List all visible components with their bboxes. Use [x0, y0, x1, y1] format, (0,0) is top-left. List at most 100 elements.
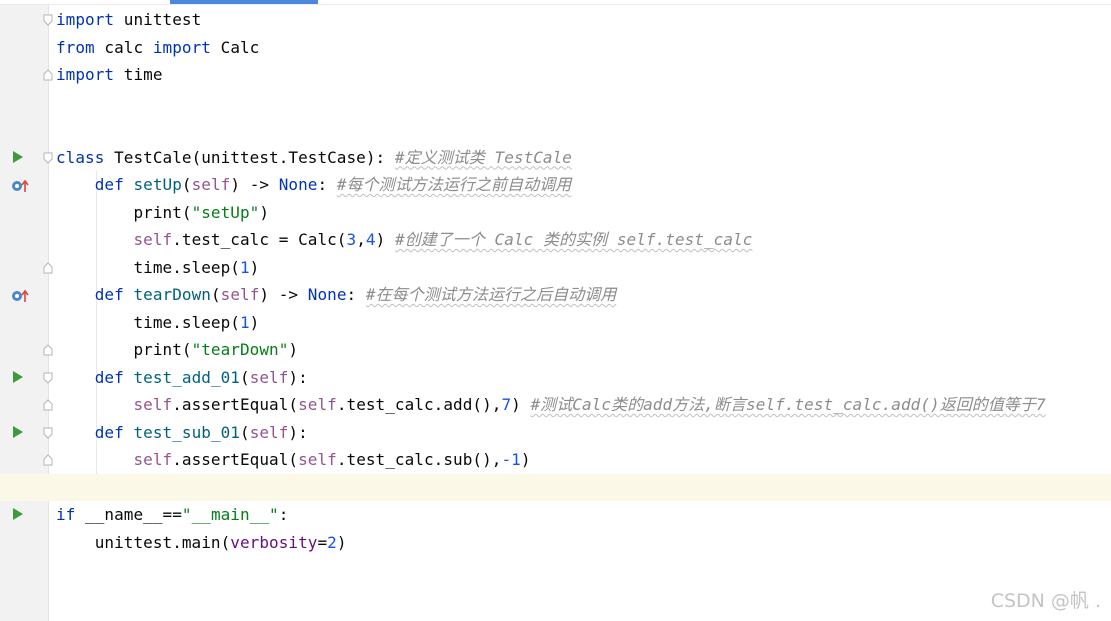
- run-icon[interactable]: [13, 425, 23, 438]
- code-token: ,: [356, 230, 366, 249]
- fold-close-icon[interactable]: [43, 454, 53, 466]
- override-method-icon[interactable]: [11, 289, 30, 303]
- code-token: .assertEqual(: [172, 395, 299, 414]
- code-token: ):: [288, 367, 308, 387]
- code-token: def: [94, 367, 124, 387]
- code-line[interactable]: [0, 116, 1111, 144]
- code-token: self: [220, 285, 260, 304]
- code-line[interactable]: self.assertEqual(self.test_calc.sub(),-1…: [0, 446, 1111, 474]
- code-text: def test_add_01(self):: [56, 364, 308, 392]
- code-token: calc: [94, 37, 153, 57]
- code-text: if __name__=="__main__":: [56, 501, 288, 529]
- code-line[interactable]: def test_sub_01(self):: [0, 418, 1111, 447]
- code-text: self.test_calc = Calc(3,4) #创建了一个 Calc 类…: [56, 226, 752, 254]
- code-line[interactable]: self.assertEqual(self.test_calc.add(),7)…: [0, 391, 1111, 419]
- code-text: def test_sub_01(self):: [56, 419, 308, 447]
- code-line[interactable]: print("tearDown"): [0, 336, 1111, 364]
- run-icon[interactable]: [13, 508, 23, 520]
- code-token: class: [56, 147, 105, 167]
- code-text: self.assertEqual(self.test_calc.sub(),-1…: [56, 446, 531, 474]
- code-token: def: [94, 175, 124, 194]
- code-token: (: [240, 367, 250, 387]
- watermark: CSDN @帆 .: [990, 590, 1101, 612]
- fold-open-icon[interactable]: [43, 372, 53, 384]
- code-line[interactable]: [0, 89, 1111, 117]
- fold-open-icon[interactable]: [43, 14, 53, 26]
- code-token: Calc: [210, 37, 260, 57]
- code-line[interactable]: class TestCale(unittest.TestCase): #定义测试…: [0, 144, 1111, 172]
- code-token: if: [56, 505, 76, 524]
- fold-close-icon[interactable]: [43, 399, 53, 411]
- code-token: ) ->: [230, 175, 279, 194]
- code-token: self: [191, 175, 231, 194]
- code-token: (: [240, 422, 250, 442]
- code-token: self: [298, 450, 337, 469]
- code-token: :: [346, 285, 366, 304]
- code-token: __name__==: [75, 505, 182, 524]
- code-token: test_add_01: [123, 367, 240, 387]
- code-token: .test_calc.sub(),: [336, 450, 502, 469]
- code-token: verbosity: [230, 532, 318, 552]
- code-line[interactable]: from calc import Calc: [0, 34, 1111, 62]
- code-token: None: [278, 175, 318, 194]
- code-token: ): [249, 257, 260, 277]
- code-token: (: [181, 175, 192, 194]
- code-text: print("tearDown"): [56, 336, 298, 364]
- code-line[interactable]: def test_add_01(self):: [0, 363, 1111, 392]
- fold-close-icon[interactable]: [43, 261, 53, 274]
- code-text: print("setUp"): [56, 199, 269, 227]
- code-token: time.sleep(: [56, 312, 240, 332]
- code-area[interactable]: import unittest from calc import Calc impo…: [0, 6, 1111, 556]
- fold-open-icon[interactable]: [43, 427, 53, 439]
- code-token: #定义测试类 TestCale: [394, 147, 572, 167]
- code-text: class TestCale(unittest.TestCase): #定义测试…: [56, 144, 572, 172]
- override-method-icon[interactable]: [11, 179, 30, 193]
- code-token: (: [210, 285, 221, 304]
- code-line[interactable]: print("setUp"): [0, 198, 1111, 227]
- code-editor[interactable]: import unittest from calc import Calc impo…: [0, 0, 1111, 621]
- code-line[interactable]: def setUp(self) -> None: #每个测试方法运行之前自动调用: [0, 171, 1111, 199]
- code-line[interactable]: self.test_calc = Calc(3,4) #创建了一个 Calc 类…: [0, 226, 1111, 254]
- run-icon[interactable]: [13, 150, 23, 163]
- code-token: ): [511, 395, 531, 414]
- code-token: unittest.main(: [56, 532, 231, 552]
- code-token: time: [114, 65, 163, 84]
- fold-close-icon[interactable]: [43, 344, 53, 356]
- code-token: import: [152, 37, 211, 57]
- code-line[interactable]: time.sleep(1): [0, 308, 1111, 337]
- fold-close-icon[interactable]: [43, 69, 53, 81]
- code-line[interactable]: unittest.main(verbosity=2): [0, 529, 1111, 557]
- code-line[interactable]: if __name__=="__main__":: [0, 501, 1111, 529]
- code-token: self: [249, 422, 289, 442]
- code-token: "setUp": [191, 202, 260, 222]
- fold-open-icon[interactable]: [43, 152, 53, 164]
- code-token: :: [278, 505, 289, 524]
- code-token: self: [133, 230, 173, 249]
- code-text: time.sleep(1): [56, 309, 259, 337]
- code-text: unittest.main(verbosity=2): [56, 529, 347, 557]
- code-line[interactable]: import unittest: [0, 6, 1111, 34]
- editor-top-border: [0, 4, 1111, 5]
- code-line[interactable]: def tearDown(self) -> None: #在每个测试方法运行之后…: [0, 281, 1111, 309]
- code-line[interactable]: [0, 474, 1111, 502]
- code-token: .test_calc = Calc(: [172, 230, 347, 249]
- code-token: ) ->: [259, 285, 308, 304]
- code-token: ): [336, 532, 347, 552]
- code-text: def setUp(self) -> None: #每个测试方法运行之前自动调用: [56, 171, 571, 199]
- code-token: print(: [56, 340, 192, 359]
- code-text: self.assertEqual(self.test_calc.add(),7)…: [56, 391, 1046, 419]
- code-token: tearDown: [123, 285, 211, 304]
- code-token: "tearDown": [191, 340, 289, 359]
- code-token: None: [307, 285, 347, 304]
- code-token: ): [375, 230, 395, 249]
- code-token: def: [94, 422, 124, 442]
- code-line[interactable]: time.sleep(1): [0, 253, 1111, 281]
- code-line[interactable]: import time: [0, 61, 1111, 89]
- code-token: def: [94, 285, 124, 304]
- code-token: "__main__": [181, 505, 279, 524]
- run-icon[interactable]: [13, 370, 23, 383]
